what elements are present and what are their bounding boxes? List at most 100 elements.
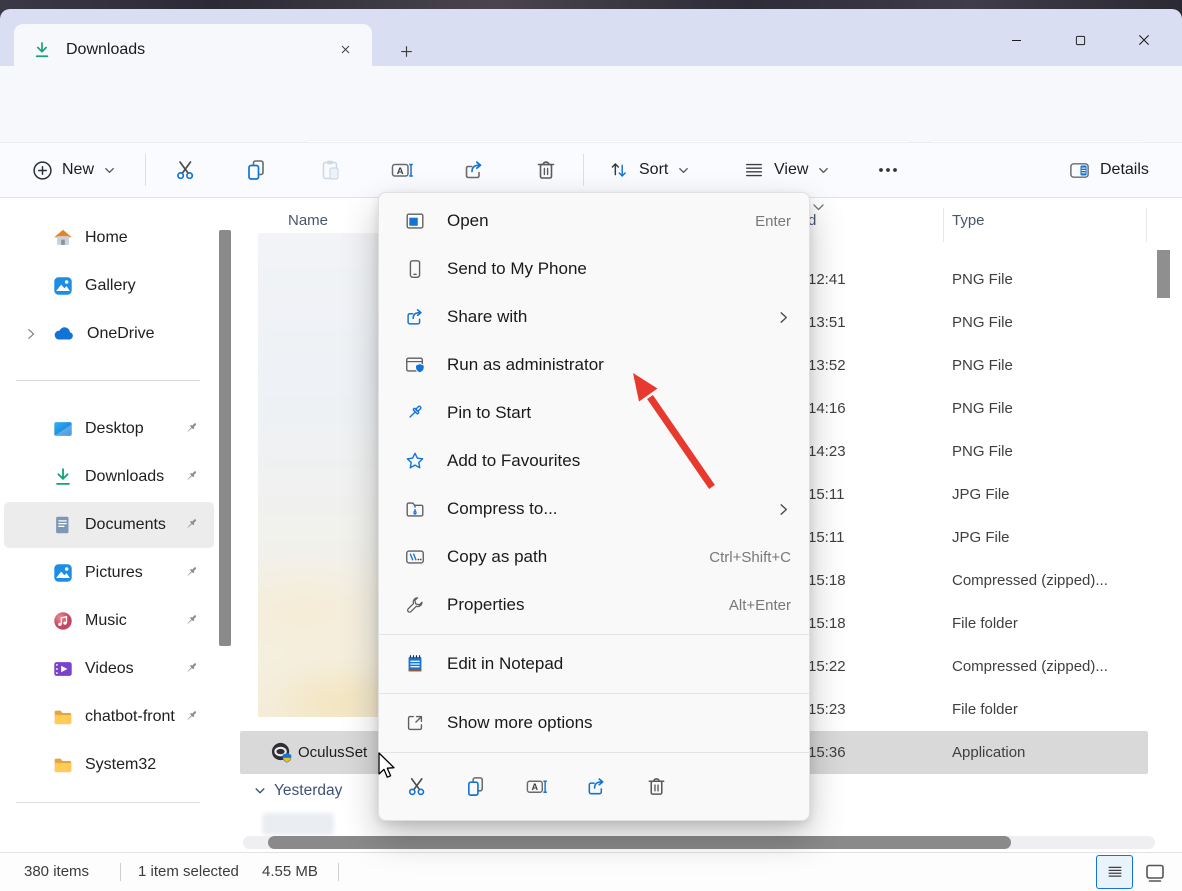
rename-button[interactable]: [382, 150, 422, 190]
sidebar-item-home[interactable]: Home: [4, 215, 214, 261]
folder-icon: [52, 754, 74, 776]
menu-item-run-as-administrator[interactable]: Run as administrator: [379, 341, 809, 389]
sidebar-item-gallery[interactable]: Gallery: [4, 263, 214, 309]
details-view-toggle[interactable]: [1096, 855, 1133, 889]
paste-button[interactable]: [310, 150, 350, 190]
menu-label: Edit in Notepad: [447, 654, 563, 674]
column-header-name[interactable]: Name: [288, 212, 328, 229]
new-button[interactable]: New: [22, 150, 126, 190]
gallery-icon: [52, 275, 74, 297]
sidebar-divider: [16, 380, 200, 381]
maximize-button[interactable]: [1048, 18, 1112, 62]
file-date: 14:16: [808, 387, 846, 430]
chevron-down-icon: [817, 164, 830, 177]
more-options-button[interactable]: [868, 150, 908, 190]
sidebar-label: Music: [85, 612, 127, 630]
menu-item-copy-as-path[interactable]: Copy as path Ctrl+Shift+C: [379, 533, 809, 581]
menu-item-edit-in-notepad[interactable]: Edit in Notepad: [379, 640, 809, 688]
menu-item-send-to-my-phone[interactable]: Send to My Phone: [379, 245, 809, 293]
file-type: File folder: [952, 602, 1018, 645]
rename-button[interactable]: [506, 764, 566, 808]
group-header-yesterday[interactable]: Yesterday: [254, 779, 342, 803]
navigation-bar: Downloads: [0, 66, 1182, 142]
submenu-chevron-icon: [776, 310, 791, 325]
sidebar-item-videos[interactable]: Videos: [4, 646, 214, 692]
file-type: PNG File: [952, 344, 1013, 387]
sidebar-item-downloads[interactable]: Downloads: [4, 454, 214, 500]
column-separator[interactable]: [1146, 208, 1147, 242]
column-header-type[interactable]: Type: [952, 212, 985, 229]
delete-button[interactable]: [526, 150, 566, 190]
rename-icon: [525, 775, 548, 798]
cut-button[interactable]: [386, 764, 446, 808]
pictures-icon: [52, 562, 74, 584]
file-type: Application: [952, 731, 1025, 774]
file-type: Compressed (zipped)...: [952, 559, 1108, 602]
chevron-down-icon: [677, 164, 690, 177]
sidebar-label: Downloads: [85, 468, 164, 486]
videos-icon: [52, 658, 74, 680]
sidebar-label: Pictures: [85, 564, 143, 582]
folder-icon: [52, 706, 74, 728]
menu-item-compress-to[interactable]: Compress to...: [379, 485, 809, 533]
large-icons-view-toggle[interactable]: [1141, 859, 1169, 886]
file-date: 15:11: [808, 516, 844, 559]
sidebar-item-pictures[interactable]: Pictures: [4, 550, 214, 596]
tab-title: Downloads: [66, 41, 145, 59]
file-type: PNG File: [952, 301, 1013, 344]
cut-icon: [405, 775, 428, 798]
view-icon: [743, 159, 765, 181]
group-header-label: Yesterday: [274, 782, 342, 800]
sidebar-item-onedrive[interactable]: OneDrive: [4, 311, 214, 357]
new-button-label: New: [62, 161, 94, 179]
sidebar-label: OneDrive: [87, 325, 155, 343]
view-label: View: [774, 161, 808, 179]
sidebar-item-desktop[interactable]: Desktop: [4, 406, 214, 452]
minimize-button[interactable]: [984, 18, 1048, 62]
pin-icon: [183, 468, 200, 485]
items-count: 380 items: [24, 853, 89, 890]
column-separator[interactable]: [943, 208, 944, 242]
share-button[interactable]: [454, 150, 494, 190]
selected-file-name: OculusSet: [298, 731, 367, 774]
more-icon: [876, 158, 900, 182]
menu-label: Pin to Start: [447, 403, 531, 423]
sort-button[interactable]: Sort: [600, 150, 698, 190]
file-type: JPG File: [952, 516, 1010, 559]
horizontal-scrollbar-thumb[interactable]: [268, 836, 1011, 849]
copy-button[interactable]: [237, 150, 277, 190]
minimize-icon: [1009, 33, 1024, 48]
details-button[interactable]: Details: [1060, 150, 1157, 190]
cut-button[interactable]: [165, 150, 205, 190]
menu-item-properties[interactable]: Properties Alt+Enter: [379, 581, 809, 629]
sidebar-item-system32[interactable]: System32: [4, 742, 214, 788]
view-button[interactable]: View: [735, 150, 838, 190]
sidebar-scrollbar[interactable]: [219, 230, 231, 646]
sidebar-item-documents[interactable]: Documents: [4, 502, 214, 548]
close-button[interactable]: [1112, 18, 1176, 62]
copy-button[interactable]: [446, 764, 506, 808]
menu-item-add-to-favourites[interactable]: Add to Favourites: [379, 437, 809, 485]
menu-item-share-with[interactable]: Share with: [379, 293, 809, 341]
file-type: PNG File: [952, 387, 1013, 430]
desktop-icon: [52, 418, 74, 440]
vertical-scrollbar-thumb[interactable]: [1157, 250, 1170, 298]
show-more-icon: [404, 712, 426, 734]
tab-close-icon[interactable]: [332, 37, 358, 63]
file-date: 15:36: [808, 731, 846, 774]
expand-chevron-icon[interactable]: [24, 327, 38, 341]
menu-item-pin-to-start[interactable]: Pin to Start: [379, 389, 809, 437]
sidebar-label: Documents: [85, 516, 166, 534]
menu-item-open[interactable]: Open Enter: [379, 197, 809, 245]
documents-icon: [52, 514, 74, 536]
menu-label: Show more options: [447, 713, 593, 733]
menu-item-show-more-options[interactable]: Show more options: [379, 699, 809, 747]
downloads-icon: [52, 466, 74, 488]
details-label: Details: [1100, 161, 1149, 179]
file-date: 15:18: [808, 559, 846, 602]
new-tab-button[interactable]: [392, 38, 420, 64]
share-button[interactable]: [566, 764, 626, 808]
sidebar-item-chatbot-front[interactable]: chatbot-front: [4, 694, 214, 740]
delete-button[interactable]: [626, 764, 686, 808]
sidebar-item-music[interactable]: Music: [4, 598, 214, 644]
